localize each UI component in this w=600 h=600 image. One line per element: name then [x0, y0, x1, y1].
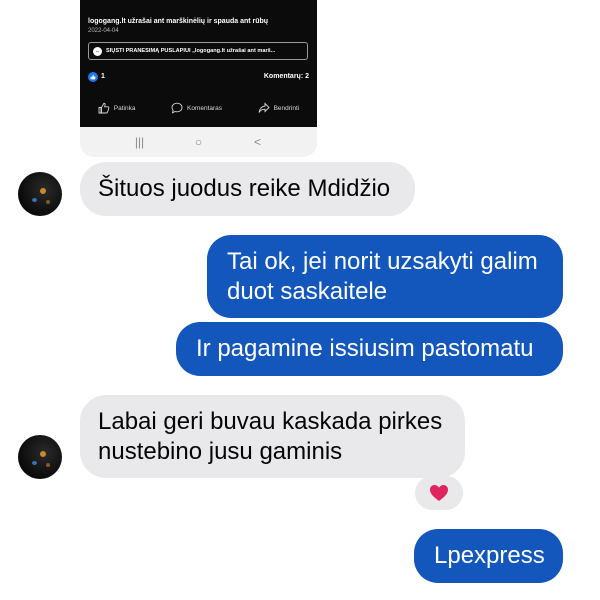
- shared-screenshot-attachment[interactable]: logogang.lt užrašai ant marškinėlių ir s…: [80, 0, 317, 157]
- incoming-message-bubble[interactable]: Šituos juodus reike Mdidžio: [80, 162, 415, 216]
- recents-nav-icon: |||: [134, 135, 145, 149]
- post-title: logogang.lt užrašai ant marškinėlių ir s…: [88, 18, 269, 25]
- comments-count[interactable]: Komentarų: 2: [264, 73, 309, 80]
- message-text: Ir pagamine issiusim pastomatu: [196, 335, 534, 362]
- share-action-label: Bendrinti: [273, 104, 300, 112]
- share-action-button[interactable]: Bendrinti: [258, 102, 300, 114]
- comment-action-label: Komentaras: [186, 104, 223, 112]
- comment-icon: [171, 102, 183, 114]
- contact-avatar[interactable]: [18, 172, 62, 216]
- send-message-to-page-button[interactable]: SIŲSTI PRANEŠIMĄ PUSLAPIUI „logogang.lt …: [88, 42, 308, 60]
- outgoing-message-bubble[interactable]: Ir pagamine issiusim pastomatu: [176, 322, 563, 376]
- like-action-button[interactable]: Patinka: [98, 102, 136, 114]
- like-action-label: Patinka: [113, 104, 136, 112]
- send-message-label: SIŲSTI PRANEŠIMĄ PUSLAPIUI „logogang.lt …: [106, 48, 276, 54]
- message-text-line: Tai ok, jei norit uzsakyti galim: [227, 248, 538, 275]
- post-date: 2022-04-04: [88, 28, 119, 34]
- message-text-line: nustebino jusu gaminis: [98, 438, 343, 465]
- message-text: Lpexpress: [434, 542, 545, 569]
- message-text-line: duot saskaitele: [227, 278, 388, 305]
- android-nav-bar: ||| ○ <: [80, 127, 317, 157]
- post-action-bar: Patinka Komentaras Bendrinti: [80, 96, 317, 120]
- message-text-line: Labai geri buvau kaskada pirkes: [98, 408, 443, 435]
- comment-action-button[interactable]: Komentaras: [171, 102, 222, 114]
- message-reaction[interactable]: [415, 476, 463, 510]
- share-icon: [258, 102, 270, 113]
- contact-avatar[interactable]: [18, 435, 62, 479]
- outgoing-message-bubble[interactable]: Lpexpress: [414, 529, 563, 583]
- heart-icon: [430, 485, 448, 501]
- message-text: Šituos juodus reike Mdidžio: [98, 175, 391, 202]
- like-count: 1: [101, 73, 105, 80]
- home-nav-icon: ○: [194, 135, 203, 149]
- post-preview: logogang.lt užrašai ant marškinėlių ir s…: [80, 0, 317, 127]
- messenger-icon: [93, 46, 102, 56]
- outgoing-message-bubble[interactable]: Tai ok, jei norit uzsakyti galim duot sa…: [207, 235, 563, 318]
- incoming-message-bubble[interactable]: Labai geri buvau kaskada pirkes nustebin…: [80, 395, 465, 478]
- thumbs-up-icon: [98, 102, 110, 114]
- back-nav-icon: <: [253, 135, 261, 149]
- like-icon: [88, 72, 98, 82]
